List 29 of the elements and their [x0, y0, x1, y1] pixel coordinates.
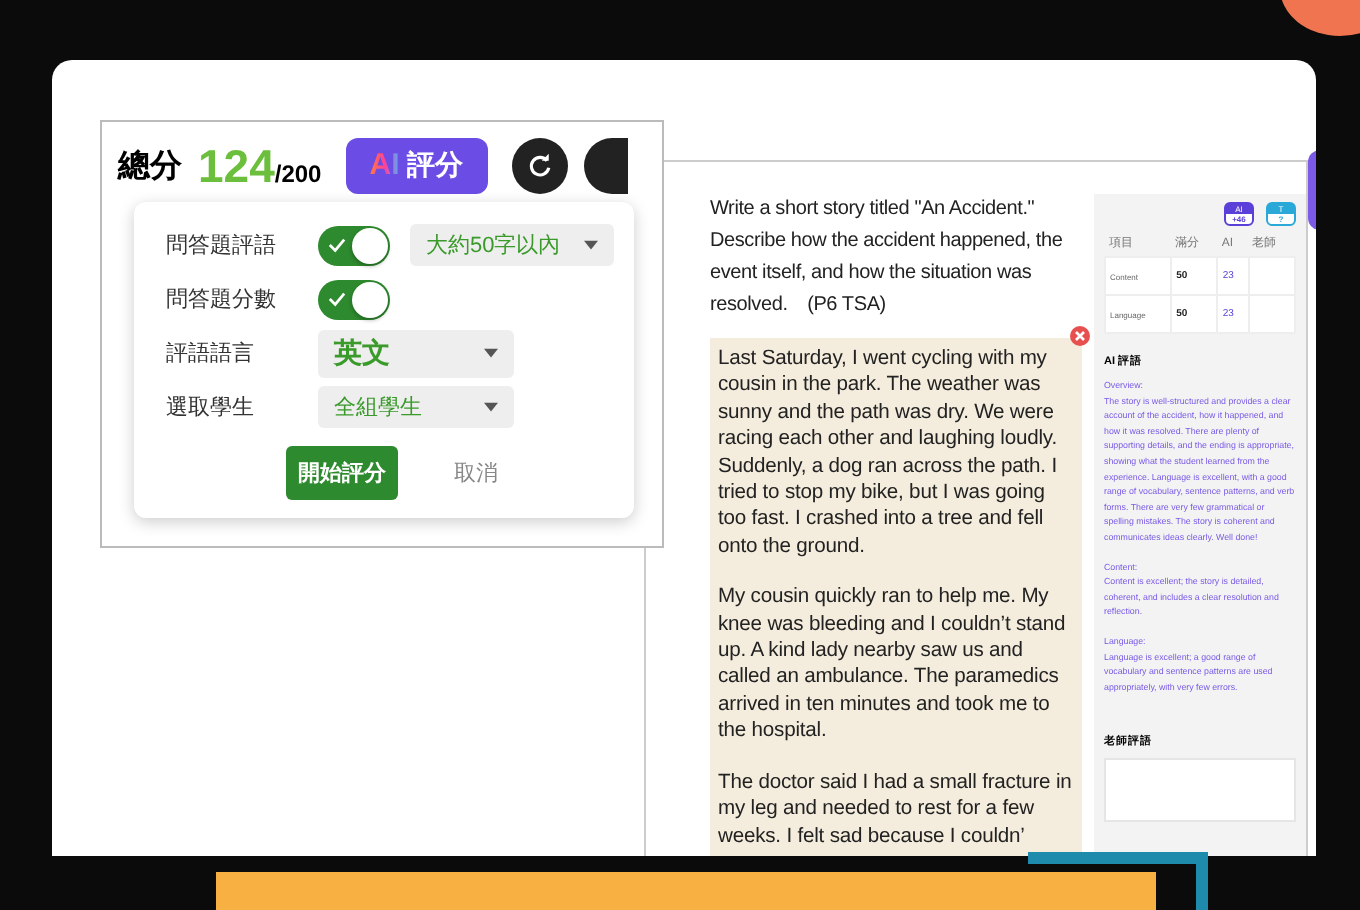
start-button[interactable]: 開始評分: [286, 446, 398, 500]
setting-label: 問答題評語: [166, 232, 278, 260]
refresh-button[interactable]: [511, 138, 568, 194]
dropdown[interactable]: 大約50字以內: [410, 224, 615, 266]
cancel-button[interactable]: 取消: [442, 456, 510, 490]
score-value: 124: [198, 139, 275, 193]
dropdown[interactable]: 全組學生: [318, 386, 514, 428]
toggle-switch[interactable]: [318, 225, 390, 265]
caret-icon: [584, 240, 599, 250]
score-total: /200: [274, 160, 322, 188]
essay-paragraph: Last Saturday, I went cycling with my cousin in the park. The weather was sunny and the path was dry. We were racing each other and laughing loudly. Suddenly, a dog ran across the path. I tried to stop my bike, but I was going too fast. I crashed into a tree and fell onto the ground.: [718, 346, 1059, 561]
setting-label: 選取學生: [166, 394, 256, 422]
ai-grade-button[interactable]: AI 評分: [345, 138, 488, 194]
dropdown[interactable]: 英文: [318, 329, 514, 377]
setting-label: 評語語言: [166, 339, 256, 368]
check-icon: [328, 235, 346, 253]
score-label: 總分: [118, 147, 182, 187]
close-icon[interactable]: [1070, 326, 1090, 346]
comment-field[interactable]: [1104, 758, 1296, 823]
caret-icon: [484, 348, 498, 358]
setting-label: 問答題分數: [166, 286, 278, 314]
caret-icon: [484, 402, 498, 412]
essay-paragraph: My cousin quickly ran to help me. My knee was bleeding and I couldn’t stand up. A kind lady nearby saw us and called an ambulance. The paramedics arrived in ten minutes and took me to the hospital.: [718, 584, 1068, 746]
dark-button[interactable]: [583, 138, 628, 194]
essay-paragraph: The doctor said I had a small fracture in my leg and needed to rest for a few weeks. I felt sad because I couldn’: [718, 769, 1074, 850]
question-text: Write a short story titled "An Accident." Describe how the accident happened, the event itself, and how the situation was resolved. (P6 TSA): [710, 196, 1065, 320]
toggle-switch[interactable]: [318, 279, 390, 319]
check-icon: [328, 289, 346, 307]
refresh-icon: [525, 152, 554, 180]
